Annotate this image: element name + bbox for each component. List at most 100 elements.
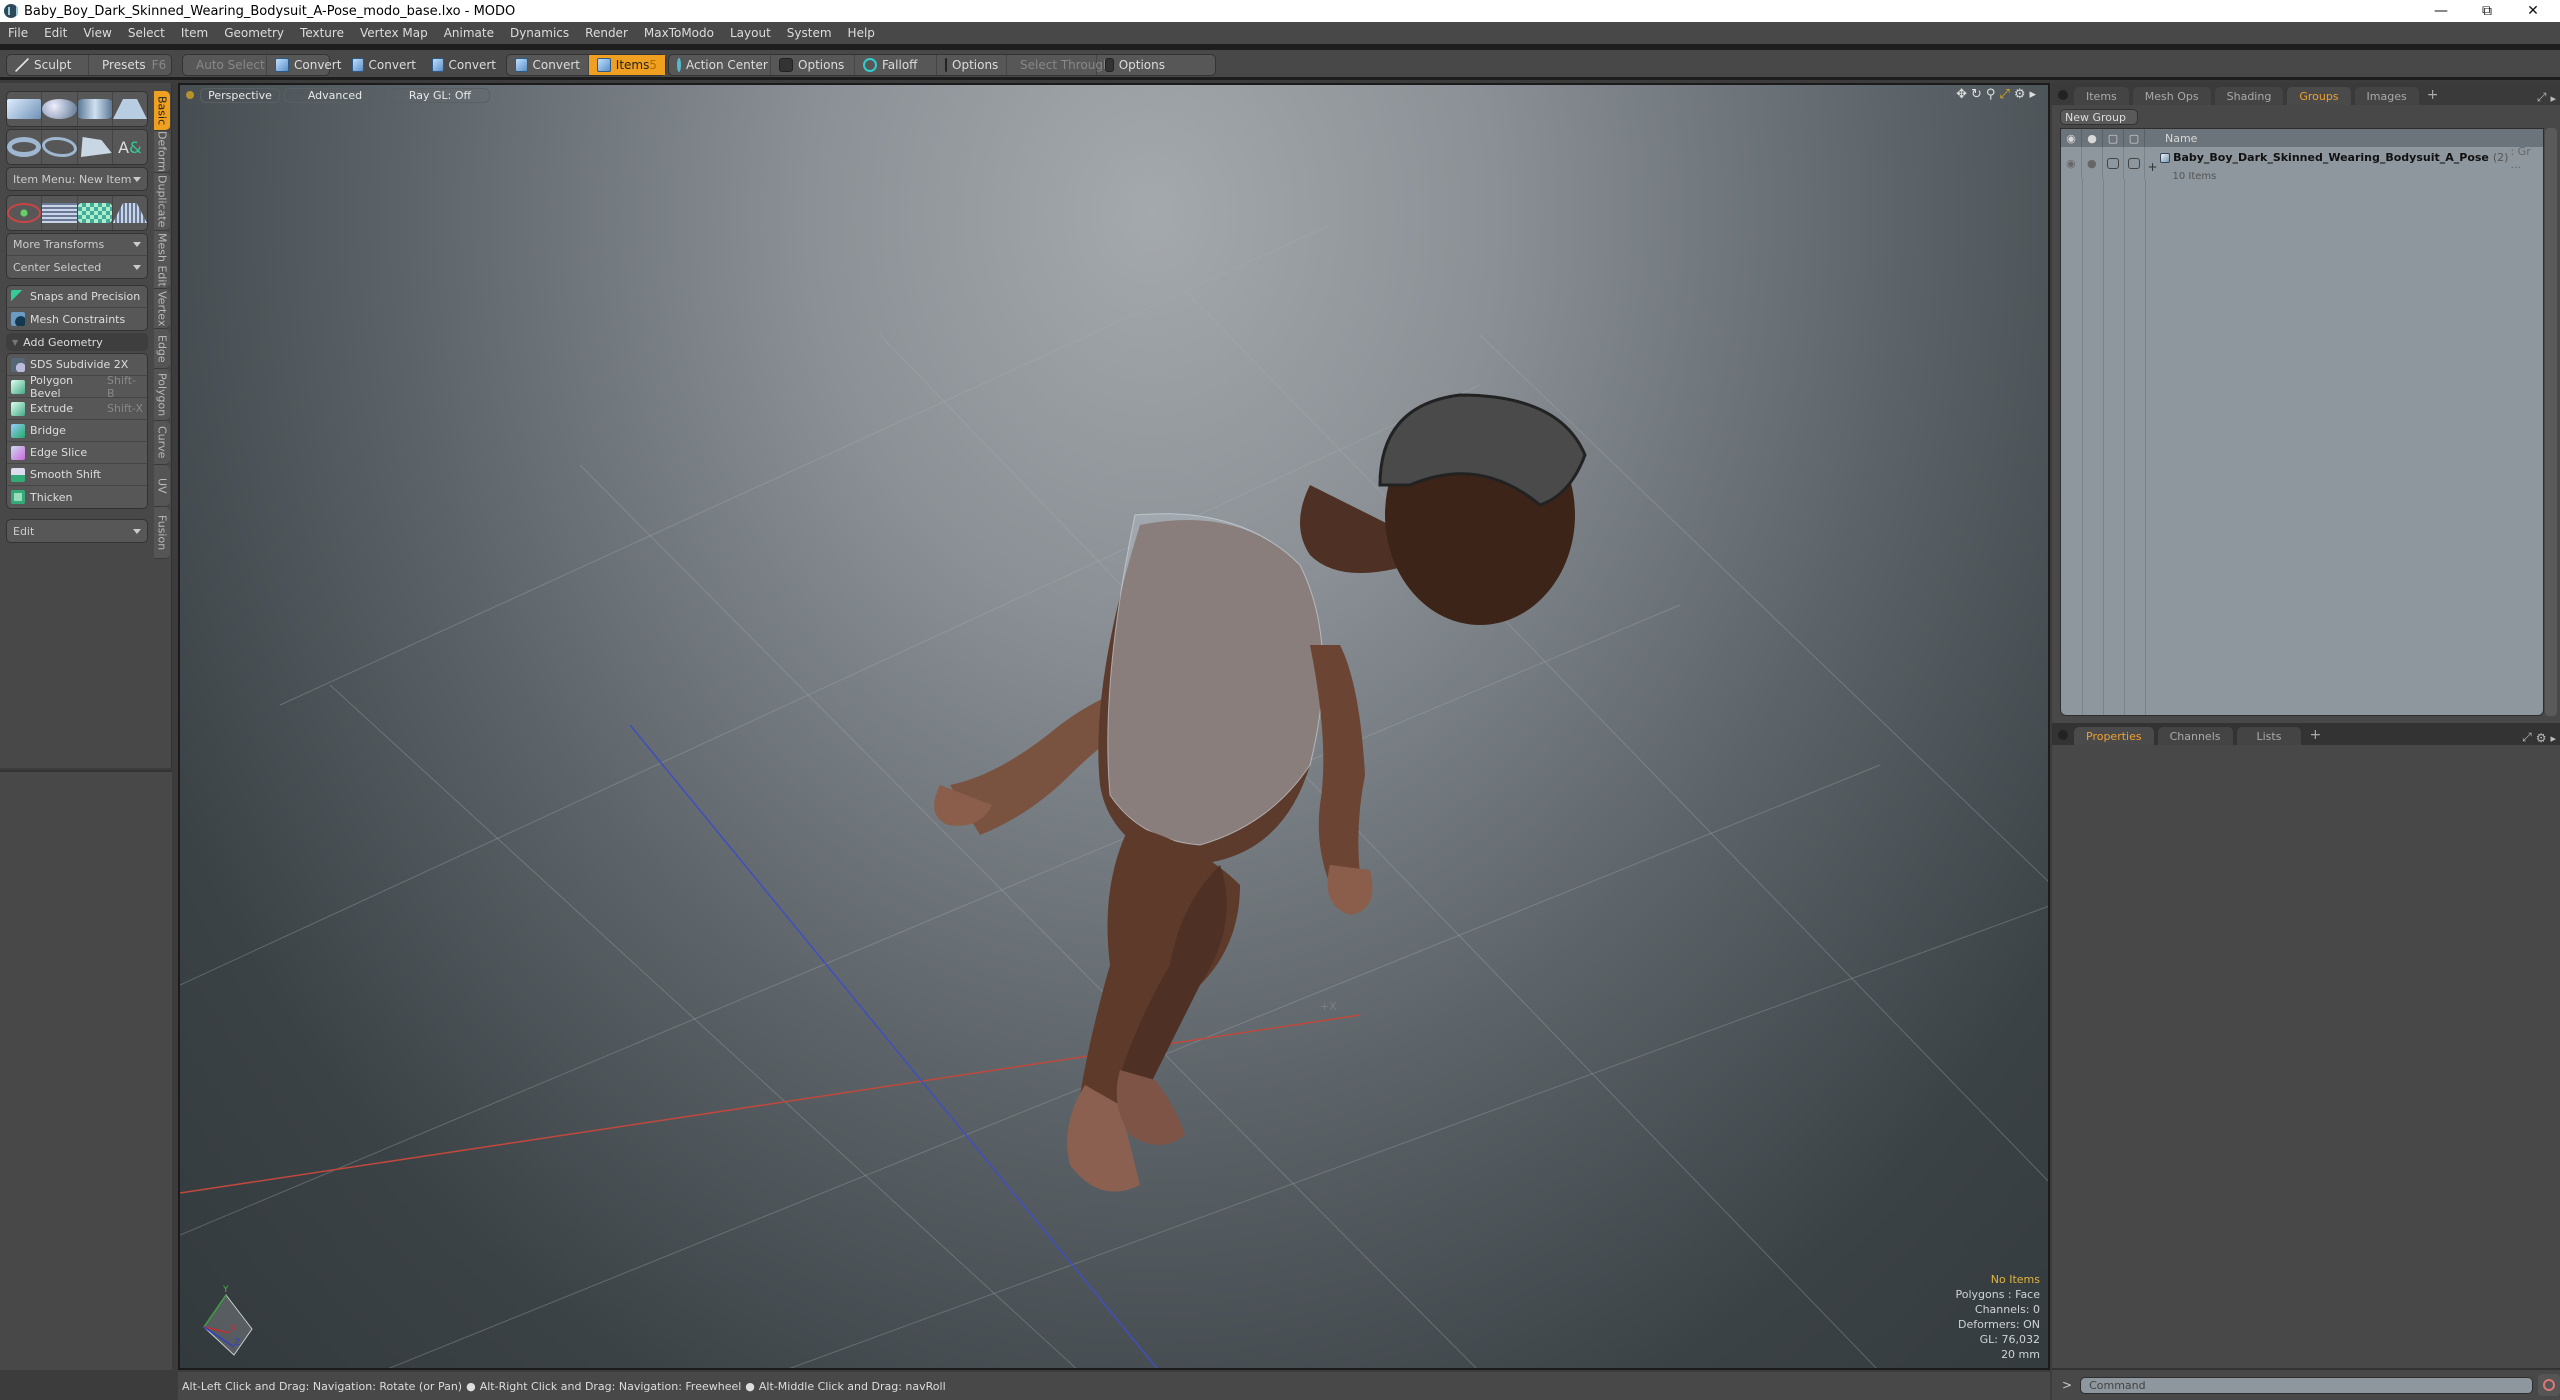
transform-tool-button[interactable] — [7, 196, 43, 230]
tab-lists[interactable]: Lists — [2236, 727, 2302, 745]
falloff-button[interactable]: Falloff — [855, 55, 937, 75]
lock-toggle[interactable] — [2103, 147, 2124, 179]
tab-shading[interactable]: Shading — [2214, 87, 2284, 105]
vtab-mesh-edit[interactable]: Mesh Edit — [154, 231, 170, 289]
spiral-primitive-button[interactable] — [42, 130, 78, 164]
vtab-duplicate[interactable]: Duplicate — [154, 173, 170, 231]
rotate-icon[interactable]: ↻ — [1971, 87, 1982, 102]
baby-figure-model[interactable] — [934, 393, 1587, 1192]
text-tool-button[interactable]: A& — [113, 130, 147, 164]
action-center-button[interactable]: Action Center — [669, 55, 771, 75]
zoom-icon[interactable]: ⚲ — [1986, 87, 1996, 102]
cylinder-primitive-button[interactable] — [77, 92, 113, 126]
edit-dropdown[interactable]: Edit — [7, 520, 147, 542]
maximize-icon[interactable]: ⤢ — [1999, 87, 2009, 102]
auto-select-button[interactable]: Auto Select — [183, 55, 267, 75]
torus-primitive-button[interactable] — [7, 130, 43, 164]
groups-scrollbar[interactable] — [2545, 128, 2557, 716]
visibility-eye-icon[interactable]: ◉ — [2061, 147, 2082, 179]
tab-mesh-ops[interactable]: Mesh Ops — [2132, 87, 2211, 105]
panel-arrow-icon[interactable]: ▸ — [2550, 92, 2556, 105]
mesh-constraints-button[interactable]: Mesh Constraints — [7, 308, 147, 330]
tab-items[interactable]: Items — [2074, 87, 2129, 105]
items-mode-button[interactable]: Items 5 — [589, 55, 665, 75]
lock-column-icon[interactable]: ▢ — [2103, 129, 2124, 147]
viewport-menu-dot[interactable] — [186, 91, 194, 99]
group-row[interactable]: ◉ ● + Baby_Boy_Dark_Skinned_Wearing_Body… — [2061, 145, 2543, 182]
tool-thicken[interactable]: Thicken — [7, 486, 147, 508]
pen-tool-button[interactable] — [78, 130, 113, 164]
expand-panel-icon[interactable]: ⤢ — [2537, 90, 2547, 105]
falloff-options-button[interactable]: Options — [937, 55, 1007, 75]
menu-maxtomodo[interactable]: MaxToModo — [636, 26, 722, 40]
vtab-fusion[interactable]: Fusion — [154, 507, 170, 559]
select-through-options-button[interactable]: Options — [1097, 55, 1173, 75]
cone-primitive-button[interactable] — [112, 92, 147, 126]
menu-animate[interactable]: Animate — [436, 26, 502, 40]
add-geometry-header[interactable]: ▼ Add Geometry — [6, 333, 148, 351]
menu-dynamics[interactable]: Dynamics — [502, 26, 577, 40]
menu-geometry[interactable]: Geometry — [216, 26, 292, 40]
tool-smooth-shift[interactable]: Smooth Shift — [7, 464, 147, 486]
menu-item[interactable]: Item — [173, 26, 216, 40]
select-column-icon[interactable]: ▢ — [2124, 129, 2145, 147]
panel-menu-dot[interactable] — [2058, 730, 2068, 740]
menu-file[interactable]: File — [0, 26, 36, 40]
visibility-column-icon[interactable]: ◉ — [2061, 129, 2082, 147]
lattice-tool-button[interactable] — [42, 196, 78, 230]
convert-edges-button[interactable]: Convert — [344, 55, 424, 75]
tool-bridge[interactable]: Bridge — [7, 420, 147, 442]
soft-drag-button[interactable] — [77, 196, 113, 230]
gear-icon[interactable]: ⚙ — [2014, 87, 2026, 102]
menu-texture[interactable]: Texture — [292, 26, 352, 40]
presets-button[interactable]: Presets F6 — [89, 55, 171, 75]
render-toggle-icon[interactable]: ● — [2082, 147, 2103, 179]
vtab-edge[interactable]: Edge — [154, 329, 170, 369]
3d-viewport[interactable]: +X Y X Z Perspective Advanced Ray GL: Of… — [178, 83, 2050, 1370]
convert-polygons-button[interactable]: Convert — [424, 55, 504, 75]
name-column-header[interactable]: Name — [2165, 132, 2197, 145]
panel-arrow-icon[interactable]: ▸ — [2550, 732, 2556, 745]
tab-channels[interactable]: Channels — [2157, 727, 2233, 745]
item-menu-dropdown[interactable]: Item Menu: New Item — [7, 168, 147, 190]
menu-select[interactable]: Select — [120, 26, 173, 40]
tool-edge-slice[interactable]: Edge Slice — [7, 442, 147, 464]
restore-button[interactable]: ⧉ — [2464, 0, 2510, 22]
menu-view[interactable]: View — [75, 26, 119, 40]
expand-plus-icon[interactable]: + — [2145, 147, 2161, 179]
more-transforms-dropdown[interactable]: More Transforms — [7, 234, 147, 256]
taper-tool-button[interactable] — [112, 196, 147, 230]
menu-layout[interactable]: Layout — [722, 26, 779, 40]
sculpt-button[interactable]: Sculpt — [7, 55, 89, 75]
cube-primitive-button[interactable] — [7, 92, 43, 126]
vtab-polygon[interactable]: Polygon — [154, 369, 170, 421]
expand-panel-icon[interactable]: ⤢ — [2522, 730, 2532, 745]
tab-images[interactable]: Images — [2354, 87, 2419, 105]
panel-menu-dot[interactable] — [2058, 90, 2068, 100]
command-input[interactable]: Command — [2080, 1376, 2534, 1394]
vtab-uv[interactable]: UV — [154, 465, 170, 507]
tab-groups[interactable]: Groups — [2287, 87, 2351, 105]
command-history-button[interactable] — [2538, 1374, 2560, 1396]
close-button[interactable]: ✕ — [2510, 0, 2556, 22]
snaps-precision-button[interactable]: Snaps and Precision — [7, 286, 147, 308]
minimize-button[interactable]: — — [2418, 0, 2464, 22]
select-toggle[interactable] — [2124, 147, 2145, 179]
menu-help[interactable]: Help — [840, 26, 883, 40]
convert-items-button[interactable]: Convert — [507, 55, 589, 75]
view-mode-button[interactable]: Perspective — [200, 87, 280, 103]
add-tab-icon[interactable]: + — [2309, 727, 2321, 743]
vtab-curve[interactable]: Curve — [154, 421, 170, 465]
select-through-button[interactable]: Select Through — [1007, 55, 1111, 75]
menu-render[interactable]: Render — [577, 26, 636, 40]
pan-icon[interactable]: ✥ — [1956, 87, 1967, 102]
vtab-deform[interactable]: Deform — [154, 131, 170, 173]
expand-arrow-icon[interactable]: ▸ — [2029, 87, 2036, 102]
gear-icon[interactable]: ⚙ — [2536, 731, 2547, 745]
menu-vertex-map[interactable]: Vertex Map — [352, 26, 436, 40]
tab-properties[interactable]: Properties — [2074, 727, 2154, 745]
vtab-basic[interactable]: Basic — [154, 91, 170, 131]
tool-polygon-bevel[interactable]: Polygon Bevel Shift-B — [7, 374, 147, 400]
menu-system[interactable]: System — [779, 26, 840, 40]
new-group-button[interactable]: New Group — [2060, 109, 2138, 125]
